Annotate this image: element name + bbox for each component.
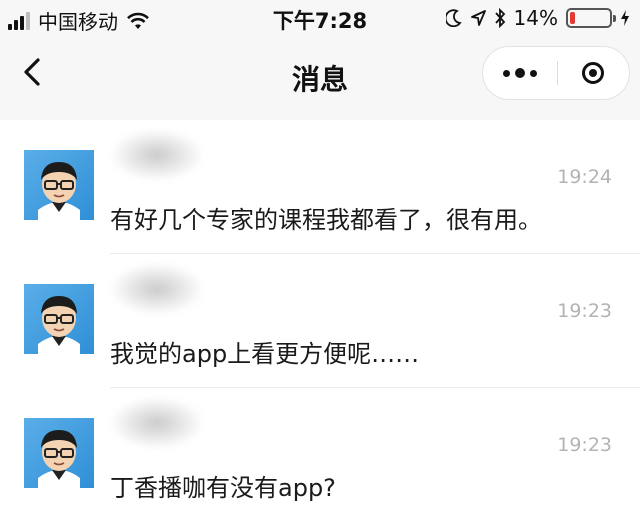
avatar-face-icon xyxy=(38,296,80,354)
sender-name-redacted xyxy=(112,398,202,448)
battery-icon xyxy=(566,8,616,28)
nav-bar: 消息 xyxy=(0,36,640,120)
sender-name-redacted xyxy=(112,264,202,314)
message-preview: 我觉的app上看更方便呢…… xyxy=(110,340,420,368)
more-button[interactable] xyxy=(483,47,557,99)
message-preview: 有好几个专家的课程我都看了，很有用。 xyxy=(110,206,542,234)
avatar-face-icon xyxy=(38,162,80,220)
message-preview: 丁香播咖有没有app? xyxy=(110,474,336,502)
status-right: 14% xyxy=(445,6,630,30)
close-target-icon xyxy=(581,62,604,84)
message-time: 19:24 xyxy=(557,166,612,188)
more-dots-icon xyxy=(503,69,510,77)
avatar xyxy=(24,284,94,354)
moon-icon xyxy=(445,9,462,27)
charging-icon xyxy=(621,10,629,26)
list-item[interactable]: 19:23 我觉的app上看更方便呢…… xyxy=(0,254,640,388)
avatar xyxy=(24,418,94,488)
battery-fill xyxy=(570,12,575,24)
list-item[interactable]: 19:23 丁香播咖有没有app? xyxy=(0,388,640,522)
battery-percent: 14% xyxy=(513,6,558,30)
message-list: 19:24 有好几个专家的课程我都看了，很有用。 19:23 我觉的app上看更… xyxy=(0,120,640,530)
close-button[interactable] xyxy=(556,47,629,99)
sender-name-redacted xyxy=(112,130,202,180)
list-item[interactable]: 19:24 有好几个专家的课程我都看了，很有用。 xyxy=(0,120,640,254)
message-time: 19:23 xyxy=(557,434,612,456)
message-time: 19:23 xyxy=(557,300,612,322)
bluetooth-icon xyxy=(494,8,505,28)
location-icon xyxy=(470,10,486,26)
mini-program-capsule xyxy=(482,46,630,100)
avatar-face-icon xyxy=(38,430,80,488)
avatar xyxy=(24,150,94,220)
status-bar: 中国移动 下午7:28 14% xyxy=(0,0,640,36)
